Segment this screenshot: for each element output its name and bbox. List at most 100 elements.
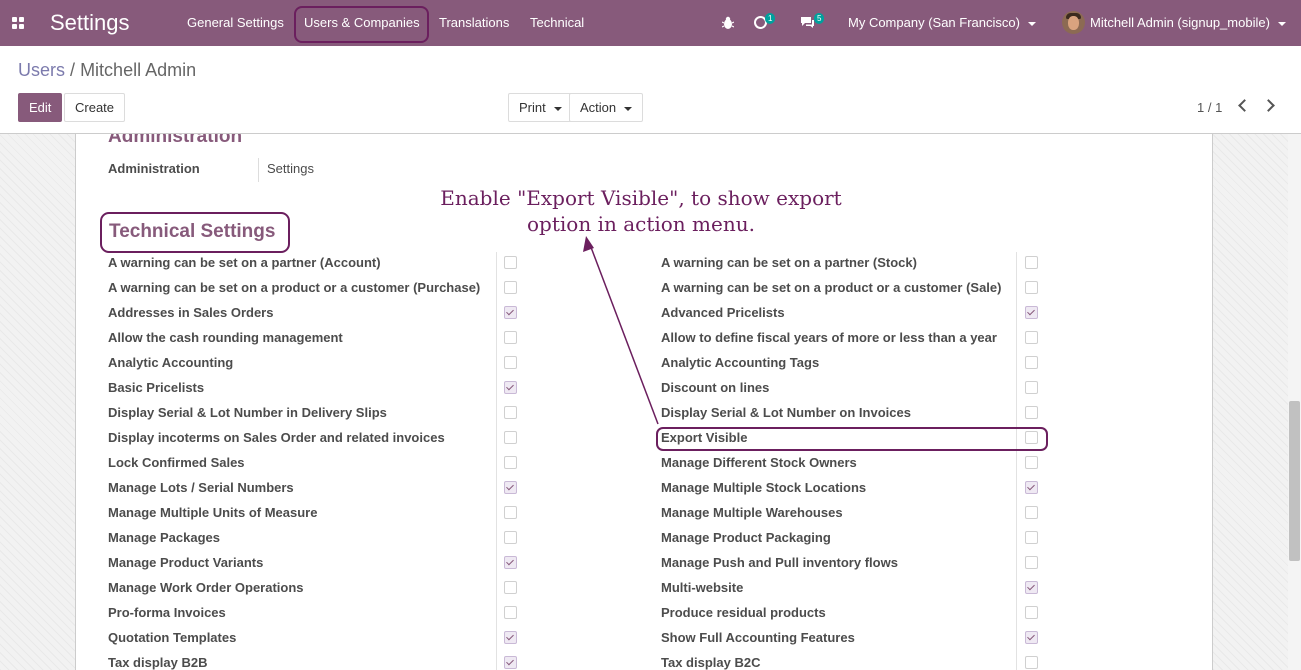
setting-row-allow-the-cash-rounding-management: Allow the cash rounding management: [108, 325, 524, 350]
setting-row-allow-to-define-fiscal-years-of-more-or-less-than-a-year: Allow to define fiscal years of more or …: [661, 325, 1045, 350]
setting-label: Discount on lines: [661, 380, 770, 395]
administration-field-value[interactable]: Settings: [258, 158, 314, 182]
setting-checkbox[interactable]: [504, 556, 517, 569]
setting-row-tax-display-b2b: Tax display B2B: [108, 650, 524, 670]
setting-checkbox[interactable]: [504, 581, 517, 594]
user-caret-icon: [1277, 21, 1286, 26]
setting-checkbox[interactable]: [1025, 256, 1038, 269]
setting-row-manage-push-and-pull-inventory-flows: Manage Push and Pull inventory flows: [661, 550, 1045, 575]
setting-row-manage-product-variants: Manage Product Variants: [108, 550, 524, 575]
breadcrumb-users-link[interactable]: Users: [18, 60, 65, 80]
setting-row-a-warning-can-be-set-on-a-partner-account: A warning can be set on a partner (Accou…: [108, 250, 524, 275]
setting-label: Manage Multiple Warehouses: [661, 505, 843, 520]
messages-badge: 5: [814, 13, 825, 24]
setting-checkbox[interactable]: [504, 531, 517, 544]
setting-checkbox[interactable]: [1025, 631, 1038, 644]
user-avatar[interactable]: [1062, 11, 1085, 34]
menu-translations[interactable]: Translations: [439, 15, 509, 30]
breadcrumb-separator: /: [70, 60, 76, 80]
print-dropdown[interactable]: Print: [508, 93, 573, 122]
user-menu[interactable]: Mitchell Admin (signup_mobile): [1090, 15, 1286, 30]
setting-checkbox[interactable]: [1025, 281, 1038, 294]
vertical-scrollbar[interactable]: [1288, 134, 1301, 670]
setting-checkbox[interactable]: [504, 656, 517, 669]
setting-label: Analytic Accounting: [108, 355, 234, 370]
setting-checkbox[interactable]: [1025, 581, 1038, 594]
setting-label: Manage Packages: [108, 530, 221, 545]
setting-label: Manage Lots / Serial Numbers: [108, 480, 294, 495]
setting-checkbox[interactable]: [1025, 656, 1038, 669]
setting-checkbox[interactable]: [1025, 606, 1038, 619]
setting-label: Display incoterms on Sales Order and rel…: [108, 430, 445, 445]
setting-checkbox[interactable]: [504, 331, 517, 344]
setting-label: Analytic Accounting Tags: [661, 355, 820, 370]
setting-row-analytic-accounting: Analytic Accounting: [108, 350, 524, 375]
company-switcher[interactable]: My Company (San Francisco): [848, 15, 1036, 30]
setting-row-manage-product-packaging: Manage Product Packaging: [661, 525, 1045, 550]
setting-label: Lock Confirmed Sales: [108, 455, 245, 470]
setting-checkbox[interactable]: [1025, 556, 1038, 569]
edit-button[interactable]: Edit: [18, 93, 63, 122]
scrollbar-thumb[interactable]: [1289, 401, 1300, 561]
action-dropdown[interactable]: Action: [569, 93, 644, 122]
setting-checkbox[interactable]: [504, 406, 517, 419]
setting-checkbox[interactable]: [1025, 481, 1038, 494]
setting-row-produce-residual-products: Produce residual products: [661, 600, 1045, 625]
create-button[interactable]: Create: [64, 93, 126, 122]
setting-checkbox[interactable]: [1025, 406, 1038, 419]
administration-field-label: Administration: [108, 161, 200, 176]
messages-chat-icon[interactable]: [800, 16, 815, 28]
setting-checkbox[interactable]: [1025, 506, 1038, 519]
app-title: Settings: [50, 10, 130, 35]
print-caret-icon: [553, 106, 562, 111]
setting-checkbox[interactable]: [504, 381, 517, 394]
setting-label: Advanced Pricelists: [661, 305, 785, 320]
setting-label: Manage Product Packaging: [661, 530, 831, 545]
setting-row-pro-forma-invoices: Pro-forma Invoices: [108, 600, 524, 625]
company-caret-icon: [1027, 21, 1036, 26]
setting-row-discount-on-lines: Discount on lines: [661, 375, 1045, 400]
setting-label: Multi-website: [661, 580, 744, 595]
setting-row-manage-lots-serial-numbers: Manage Lots / Serial Numbers: [108, 475, 524, 500]
apps-menu-icon[interactable]: [12, 17, 24, 29]
menu-technical[interactable]: Technical: [530, 15, 584, 30]
setting-checkbox[interactable]: [504, 256, 517, 269]
setting-checkbox[interactable]: [504, 356, 517, 369]
pager-value[interactable]: 1 / 1: [1197, 100, 1222, 115]
setting-checkbox[interactable]: [504, 306, 517, 319]
setting-label: Basic Pricelists: [108, 380, 205, 395]
print-label: Print: [519, 100, 546, 115]
setting-checkbox[interactable]: [1025, 531, 1038, 544]
setting-label: Produce residual products: [661, 605, 826, 620]
setting-label: Tax display B2C: [661, 655, 761, 670]
setting-checkbox[interactable]: [1025, 306, 1038, 319]
setting-checkbox[interactable]: [504, 456, 517, 469]
setting-label: Manage Product Variants: [108, 555, 264, 570]
setting-checkbox[interactable]: [1025, 356, 1038, 369]
setting-row-manage-multiple-warehouses: Manage Multiple Warehouses: [661, 500, 1045, 525]
setting-checkbox[interactable]: [504, 281, 517, 294]
pager-previous-icon[interactable]: [1238, 99, 1251, 112]
top-navbar: Settings General Settings Users & Compan…: [0, 0, 1301, 46]
administration-section-title: Administration: [108, 133, 243, 147]
setting-checkbox[interactable]: [504, 481, 517, 494]
setting-checkbox[interactable]: [504, 431, 517, 444]
setting-checkbox[interactable]: [504, 506, 517, 519]
form-sheet: Administration Administration Settings E…: [75, 134, 1213, 670]
breadcrumb-current: Mitchell Admin: [80, 60, 197, 80]
setting-checkbox[interactable]: [1025, 456, 1038, 469]
setting-label: A warning can be set on a partner (Accou…: [108, 255, 381, 270]
setting-row-lock-confirmed-sales: Lock Confirmed Sales: [108, 450, 524, 475]
setting-checkbox[interactable]: [504, 606, 517, 619]
debug-bug-icon[interactable]: [722, 16, 734, 29]
setting-row-show-full-accounting-features: Show Full Accounting Features: [661, 625, 1045, 650]
setting-label: Allow the cash rounding management: [108, 330, 343, 345]
pager-next-icon[interactable]: [1262, 99, 1275, 112]
setting-row-display-incoterms-on-sales-order-and-related-invoices: Display incoterms on Sales Order and rel…: [108, 425, 524, 450]
menu-general-settings[interactable]: General Settings: [187, 15, 284, 30]
setting-row-manage-different-stock-owners: Manage Different Stock Owners: [661, 450, 1045, 475]
setting-checkbox[interactable]: [1025, 381, 1038, 394]
setting-checkbox[interactable]: [1025, 331, 1038, 344]
setting-checkbox[interactable]: [504, 631, 517, 644]
setting-label: Pro-forma Invoices: [108, 605, 226, 620]
